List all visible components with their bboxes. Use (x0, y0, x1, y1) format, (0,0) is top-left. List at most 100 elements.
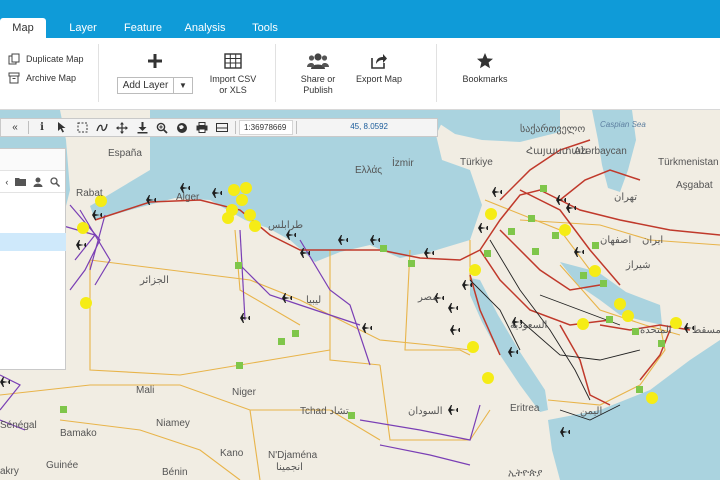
label-ndjamena: N'Djaména (268, 450, 318, 461)
label-conakry: akry (0, 466, 19, 477)
ribbon-tab-bar: Map Layer Feature Analysis Tools (0, 0, 720, 38)
globe-icon (177, 122, 187, 133)
label-guinee: Guinée (46, 460, 79, 471)
pointer-icon (58, 122, 66, 133)
share-label-2: Publish (303, 85, 333, 95)
star-icon (477, 53, 493, 69)
label-saudi: السعودية (510, 320, 548, 331)
label-bamako: Bamako (60, 428, 97, 439)
label-rabat: Rabat (76, 188, 103, 199)
label-algeria: الجزائر (140, 275, 169, 286)
folder-icon[interactable] (15, 177, 27, 186)
scale-readout[interactable]: 1:36978669 (239, 120, 293, 135)
tab-layer[interactable]: Layer (60, 18, 106, 38)
collapse-panel-button[interactable]: « (5, 119, 25, 136)
red-sea (470, 278, 548, 412)
box-select-button[interactable] (72, 119, 92, 136)
persian-gulf (560, 262, 662, 325)
download-button[interactable] (132, 119, 152, 136)
label-alger: Alger (176, 192, 200, 203)
label-iran: ایران (642, 235, 664, 246)
ribbon-divider (275, 44, 276, 102)
chevron-left-icon[interactable]: ‹ (5, 177, 8, 187)
label-tchad: Tchad تشاد (300, 406, 349, 417)
layer-panel-tools: ‹ (0, 171, 65, 193)
label-mali: Mali (136, 385, 155, 396)
tab-tools[interactable]: Tools (244, 18, 286, 38)
bookmarks-label: Bookmarks (462, 74, 508, 84)
search-icon[interactable] (49, 176, 60, 187)
label-esfahan: اصفهان (600, 235, 632, 246)
add-layer-label: Add Layer (118, 78, 174, 93)
layer-panel: ‹ (0, 148, 66, 370)
freehand-icon (96, 123, 108, 132)
ribbon-panel: Duplicate Map Archive Map Add Layer ▼ Im… (0, 38, 720, 110)
tab-feature[interactable]: Feature (118, 18, 168, 38)
info-button[interactable]: i (32, 119, 52, 136)
import-csv-button[interactable]: Import CSV or XLS (204, 50, 262, 96)
label-egypt: مصر (418, 292, 438, 303)
label-izmir: İzmir (392, 158, 414, 169)
label-turkmenistan: Türkmenistan (658, 157, 719, 168)
draw-line-button[interactable] (92, 119, 112, 136)
label-azerbaycan: Azərbaycan (574, 146, 627, 157)
label-yemen: اليمن (580, 406, 603, 417)
map-toolbar: « i 1:36978669 45, 8.0592 (0, 118, 438, 137)
chevron-down-icon: ▼ (179, 81, 187, 90)
ribbon-divider (436, 44, 437, 102)
label-eritrea: Eritrea (510, 403, 540, 414)
table-icon (224, 53, 242, 69)
box-select-icon (77, 122, 87, 133)
users-icon (307, 53, 329, 69)
arabian-sea (548, 340, 720, 480)
label-shiraz: شیراز (626, 260, 651, 271)
label-ethiopia: ኢትዮጵያ (508, 468, 543, 479)
label-georgia: საქართველო (520, 124, 586, 135)
export-map-button[interactable]: Export Map (350, 50, 408, 85)
tab-analysis[interactable]: Analysis (180, 18, 230, 38)
label-libya: ليبيا (306, 295, 322, 306)
label-uae: المتحدة (640, 325, 672, 336)
label-sudan: السودان (408, 406, 443, 417)
selected-layer-row[interactable] (0, 233, 66, 251)
print-icon (196, 122, 208, 133)
ribbon-divider (98, 44, 99, 102)
label-niamey: Niamey (156, 418, 190, 429)
layer-panel-header (0, 149, 65, 171)
label-senegal: Sénégal (0, 420, 37, 431)
archive-icon (8, 72, 20, 84)
tab-map[interactable]: Map (0, 18, 46, 38)
zoom-button[interactable] (152, 119, 172, 136)
label-benin: Bénin (162, 467, 188, 478)
pan-button[interactable] (112, 119, 132, 136)
archive-map-button[interactable]: Archive Map (8, 70, 76, 86)
print-button[interactable] (192, 119, 212, 136)
label-caspian-sea: Caspian Sea (600, 120, 646, 129)
move-icon (116, 121, 128, 134)
download-icon (137, 121, 147, 133)
label-asgabat: Aşgabat (676, 180, 713, 191)
duplicate-map-label: Duplicate Map (26, 54, 84, 64)
label-tripoli: طرابلس (268, 220, 304, 231)
import-csv-label-1: Import CSV (209, 74, 257, 84)
coordinate-readout: 45, 8.0592 (350, 122, 388, 131)
label-muscat: مسقط (692, 325, 720, 336)
add-layer-plus-button[interactable] (140, 50, 170, 74)
export-icon (371, 54, 387, 69)
globe-button[interactable] (172, 119, 192, 136)
select-pointer-button[interactable] (52, 119, 72, 136)
plus-icon (148, 54, 162, 68)
share-label-1: Share or (300, 74, 336, 84)
map-canvas[interactable]: España Ελλάς İzmir Türkiye საქართველო Հա… (0, 110, 720, 480)
scale-bar-button[interactable] (212, 119, 232, 136)
bookmarks-button[interactable]: Bookmarks (456, 50, 514, 85)
label-ndjamena-ar: انجمينا (276, 462, 303, 473)
label-niger: Niger (232, 387, 256, 398)
share-publish-button[interactable]: Share or Publish (292, 50, 344, 96)
ruler-icon (216, 123, 228, 132)
info-icon: i (40, 122, 44, 133)
add-layer-dropdown[interactable]: Add Layer ▼ (117, 77, 193, 94)
duplicate-map-button[interactable]: Duplicate Map (8, 51, 84, 67)
label-turkiye: Türkiye (460, 157, 493, 168)
user-icon[interactable] (33, 177, 43, 187)
